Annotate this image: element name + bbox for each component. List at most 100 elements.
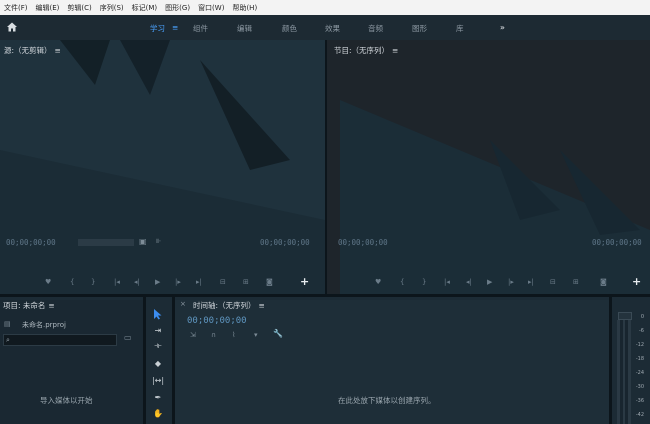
razor-tool[interactable]: ◆ (150, 356, 166, 370)
overwrite-icon[interactable]: ⊞ (243, 278, 249, 286)
mark-in-icon[interactable]: { (70, 278, 74, 286)
workspace-audio[interactable]: 音频 (368, 23, 383, 34)
program-step-forward-icon[interactable]: |▸ (508, 278, 514, 286)
workspace-libraries[interactable]: 库 (456, 23, 464, 34)
horizontal-divider[interactable] (0, 294, 650, 297)
source-monitor-menu-icon[interactable]: ≡ (55, 46, 61, 55)
step-forward-icon[interactable]: |▸ (175, 278, 181, 286)
slip-tool-icon: |↔| (151, 375, 165, 385)
program-monitor-menu-icon[interactable]: ≡ (392, 46, 398, 55)
meter-label-12: -12 (635, 342, 644, 348)
source-monitor-title-text: 源:（无剪辑） (4, 46, 52, 55)
selection-tool[interactable] (150, 307, 166, 321)
meter-solo-button[interactable] (618, 312, 632, 320)
workspace-learning[interactable]: 学习 (150, 23, 165, 34)
selection-tool-icon (154, 309, 162, 320)
source-monitor-title[interactable]: 源:（无剪辑） ≡ (4, 45, 61, 56)
workspace-menu-icon[interactable]: ≡ (172, 23, 178, 32)
program-step-back-icon[interactable]: ◂| (466, 278, 472, 286)
menu-sequence[interactable]: 序列(S) (96, 3, 128, 13)
source-zoom-select[interactable] (78, 239, 134, 246)
source-timecode-left[interactable]: 00;00;00;00 (6, 238, 56, 247)
play-icon[interactable]: ▶ (155, 278, 160, 286)
meter-label-0: 0 (640, 314, 644, 320)
workspace-assembly[interactable]: 组件 (193, 23, 208, 34)
go-to-out-icon[interactable]: ▸| (196, 278, 202, 286)
pen-tool[interactable]: ✒ (150, 390, 166, 404)
track-select-tool[interactable]: ⇥ (150, 323, 166, 337)
menu-marker[interactable]: 标记(M) (128, 3, 162, 13)
export-frame-icon[interactable]: ◙ (266, 278, 273, 286)
meter-label-6: -6 (639, 328, 644, 334)
ripple-edit-tool[interactable]: ⟛ (150, 339, 166, 353)
program-go-to-out-icon[interactable]: ▸| (528, 278, 534, 286)
menu-clip[interactable]: 剪辑(C) (63, 3, 95, 13)
project-menu-icon[interactable]: ≡ (48, 301, 54, 310)
settings-icon[interactable]: ▣ (139, 238, 147, 246)
workspace-color[interactable]: 颜色 (282, 23, 297, 34)
wrench-icon[interactable]: 🔧 (273, 330, 283, 338)
step-back-icon[interactable]: ◂| (134, 278, 140, 286)
workspace-editing[interactable]: 编辑 (237, 23, 252, 34)
search-icon: ⌕ (6, 336, 10, 344)
add-marker-timeline-icon[interactable]: ▾ (254, 331, 258, 339)
lift-icon[interactable]: ⊟ (550, 278, 556, 286)
timeline-timecode[interactable]: 00;00;00;00 (187, 316, 247, 326)
slip-tool[interactable]: |↔| (150, 373, 166, 387)
timeline-close-icon[interactable]: × (180, 300, 186, 308)
project-search-input[interactable]: ⌕ (3, 334, 117, 346)
program-mark-in-icon[interactable]: { (400, 278, 404, 286)
program-add-button-icon[interactable]: + (632, 275, 641, 288)
go-to-in-icon[interactable]: |◂ (114, 278, 120, 286)
audio-meter (617, 320, 631, 424)
workspace-more-icon[interactable]: » (500, 23, 505, 32)
meter-label-30: -30 (635, 384, 644, 390)
mark-out-icon[interactable]: } (91, 278, 95, 286)
menu-graphics[interactable]: 图形(G) (161, 3, 194, 13)
meter-label-36: -36 (635, 398, 644, 404)
razor-tool-icon: ◆ (154, 358, 162, 368)
hand-tool-icon: ✋ (153, 408, 163, 418)
tools-divider[interactable] (172, 297, 175, 424)
meter-label-42: -42 (635, 412, 644, 418)
fit-icon[interactable]: ⊪ (156, 238, 161, 246)
extract-icon[interactable]: ⊞ (573, 278, 579, 286)
program-export-frame-icon[interactable]: ◙ (600, 278, 607, 286)
project-divider[interactable] (143, 297, 146, 424)
meter-label-18: -18 (635, 356, 644, 362)
menu-file[interactable]: 文件(F) (0, 3, 32, 13)
meter-divider[interactable] (609, 297, 612, 424)
insert-icon[interactable]: ⊟ (220, 278, 226, 286)
project-file-icon: ▤ (4, 320, 11, 328)
workspace-effects[interactable]: 效果 (325, 23, 340, 34)
menu-window[interactable]: 窗口(W) (194, 3, 228, 13)
program-add-marker-icon[interactable]: ♥ (375, 278, 381, 286)
program-mark-out-icon[interactable]: } (422, 278, 426, 286)
menu-edit[interactable]: 编辑(E) (32, 3, 64, 13)
hand-tool[interactable]: ✋ (150, 406, 166, 420)
program-monitor-title-text: 节目:（无序列） (334, 46, 390, 55)
timeline-title-text: 时间轴:（无序列） (193, 301, 256, 310)
program-monitor-title[interactable]: 节目:（无序列） ≡ (334, 45, 398, 56)
snap-icon[interactable]: ∩ (211, 331, 216, 339)
linked-selection-icon[interactable]: ⌇ (232, 331, 235, 339)
monitor-divider[interactable] (325, 40, 327, 296)
add-marker-icon[interactable]: ♥ (45, 278, 51, 286)
home-icon[interactable] (6, 21, 18, 33)
timeline-menu-icon[interactable]: ≡ (259, 301, 265, 310)
program-timecode-right: 00;00;00;00 (592, 238, 642, 247)
ripple-edit-tool-icon: ⟛ (154, 341, 162, 350)
project-title-text: 项目: 未命名 (3, 301, 46, 310)
pen-tool-icon: ✒ (154, 392, 162, 402)
workspace-graphics[interactable]: 图形 (412, 23, 427, 34)
nest-icon[interactable]: ⇲ (190, 331, 196, 339)
source-add-button-icon[interactable]: + (300, 275, 309, 288)
new-bin-icon[interactable]: ▭ (124, 334, 132, 342)
program-timecode-left[interactable]: 00;00;00;00 (338, 238, 388, 247)
menu-help[interactable]: 帮助(H) (228, 3, 261, 13)
project-panel-title[interactable]: 项目: 未命名 ≡ (3, 300, 55, 311)
program-go-to-in-icon[interactable]: |◂ (444, 278, 450, 286)
timeline-panel-title[interactable]: 时间轴:（无序列） ≡ (193, 300, 265, 311)
program-play-icon[interactable]: ▶ (487, 278, 492, 286)
meter-label-24: -24 (635, 370, 644, 376)
